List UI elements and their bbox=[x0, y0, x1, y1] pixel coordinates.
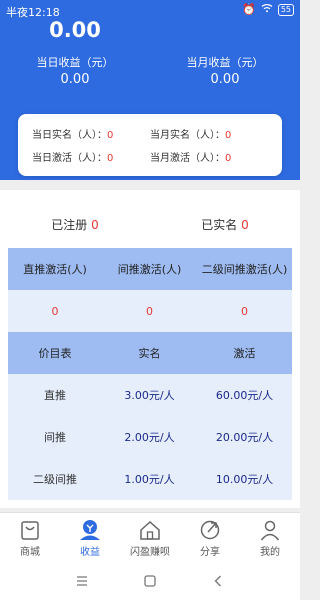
monthly-earnings-label: 当月收益（元） bbox=[186, 56, 264, 69]
table-cell: 0 bbox=[102, 290, 197, 332]
daily-verified-stat: 当日实名（人）：0 bbox=[32, 130, 114, 141]
tab-shop[interactable]: 商城 bbox=[0, 513, 60, 562]
table-cell: 20.00元/人 bbox=[197, 416, 292, 458]
table-cell: 10.00元/人 bbox=[197, 458, 292, 500]
table-header-cell: 激活 bbox=[197, 332, 292, 374]
verified-count: 已实名 0 bbox=[201, 218, 249, 232]
status-bar: 半夜12:18 ⏰ 55 bbox=[0, 0, 300, 20]
daily-earnings-value: 0.00 bbox=[60, 72, 90, 87]
table-cell: 0 bbox=[8, 290, 102, 332]
table-cell: 0 bbox=[197, 290, 292, 332]
table-header-cell: 价目表 bbox=[8, 332, 102, 374]
home-icon bbox=[140, 520, 160, 540]
tab-shop-label: 商城 bbox=[20, 547, 40, 558]
activation-header-row: 直推激活(人) 间推激活(人) 二级间推激活(人) bbox=[8, 248, 292, 290]
table-cell: 1.00元/人 bbox=[102, 458, 197, 500]
share-icon bbox=[200, 520, 220, 540]
table-cell: 60.00元/人 bbox=[197, 374, 292, 416]
table-cell: 2.00元/人 bbox=[102, 416, 197, 458]
tab-share[interactable]: 分享 bbox=[180, 513, 240, 562]
tab-mine[interactable]: 我的 bbox=[240, 513, 300, 562]
daily-earnings-label: 当日收益（元） bbox=[36, 56, 114, 69]
tab-earnings[interactable]: 收益 bbox=[60, 513, 120, 562]
price-header-row: 价目表 实名 激活 bbox=[8, 332, 292, 374]
table-header-cell: 二级间推激活(人) bbox=[197, 248, 292, 290]
back-nav-icon[interactable] bbox=[211, 574, 225, 588]
bottom-tab-bar: 商城 收益 闪盈赚呗 分享 我的 bbox=[0, 512, 300, 562]
total-earnings: 0.00 bbox=[49, 18, 101, 42]
table-cell: 3.00元/人 bbox=[102, 374, 197, 416]
tab-flash-earn-label: 闪盈赚呗 bbox=[130, 547, 170, 558]
tab-flash-earn[interactable]: 闪盈赚呗 bbox=[120, 513, 180, 562]
battery-icon: 55 bbox=[277, 3, 294, 16]
monthly-earnings-value: 0.00 bbox=[210, 72, 240, 87]
content-panel: 已注册 0 已实名 0 直推激活(人) 间推激活(人) 二级间推激活(人) 0 … bbox=[0, 190, 300, 508]
system-nav-bar bbox=[0, 562, 300, 600]
table-row: 直推 3.00元/人 60.00元/人 bbox=[8, 374, 292, 416]
tab-share-label: 分享 bbox=[200, 547, 220, 558]
status-icons: ⏰ 55 bbox=[242, 3, 294, 16]
monthly-earnings: 当月收益（元） 0.00 bbox=[150, 56, 300, 87]
header-panel: 半夜12:18 ⏰ 55 0.00 当日收益（元） 0.00 当月收益（元） 0… bbox=[0, 0, 300, 180]
monthly-activated-stat: 当月激活（人）：0 bbox=[150, 153, 232, 164]
table-row: 二级间推 1.00元/人 10.00元/人 bbox=[8, 458, 292, 500]
alarm-icon: ⏰ bbox=[242, 2, 256, 16]
activation-count-row: 0 0 0 bbox=[8, 290, 292, 332]
earnings-table: 直推激活(人) 间推激活(人) 二级间推激活(人) 0 0 0 价目表 实名 激… bbox=[8, 248, 292, 500]
daily-activated-stat: 当日激活（人）：0 bbox=[32, 153, 114, 164]
tab-mine-label: 我的 bbox=[260, 547, 280, 558]
tab-earnings-label: 收益 bbox=[80, 547, 100, 558]
table-cell: 直推 bbox=[8, 374, 102, 416]
table-header-cell: 实名 bbox=[102, 332, 197, 374]
user-icon bbox=[260, 520, 280, 541]
shopping-bag-icon bbox=[21, 521, 39, 540]
registered-count: 已注册 0 bbox=[51, 218, 99, 232]
stats-card: 当日实名（人）：0 当月实名（人）：0 当日激活（人）：0 当月激活（人）：0 bbox=[18, 114, 282, 176]
table-cell: 二级间推 bbox=[8, 458, 102, 500]
home-nav-icon[interactable] bbox=[143, 574, 157, 588]
wifi-icon bbox=[261, 3, 273, 16]
table-header-cell: 间推激活(人) bbox=[102, 248, 197, 290]
table-header-cell: 直推激活(人) bbox=[8, 248, 102, 290]
earnings-icon bbox=[80, 520, 100, 540]
table-cell: 间推 bbox=[8, 416, 102, 458]
daily-earnings: 当日收益（元） 0.00 bbox=[0, 56, 150, 87]
table-row: 间推 2.00元/人 20.00元/人 bbox=[8, 416, 292, 458]
menu-nav-icon[interactable] bbox=[75, 574, 89, 588]
monthly-verified-stat: 当月实名（人）：0 bbox=[150, 130, 232, 141]
